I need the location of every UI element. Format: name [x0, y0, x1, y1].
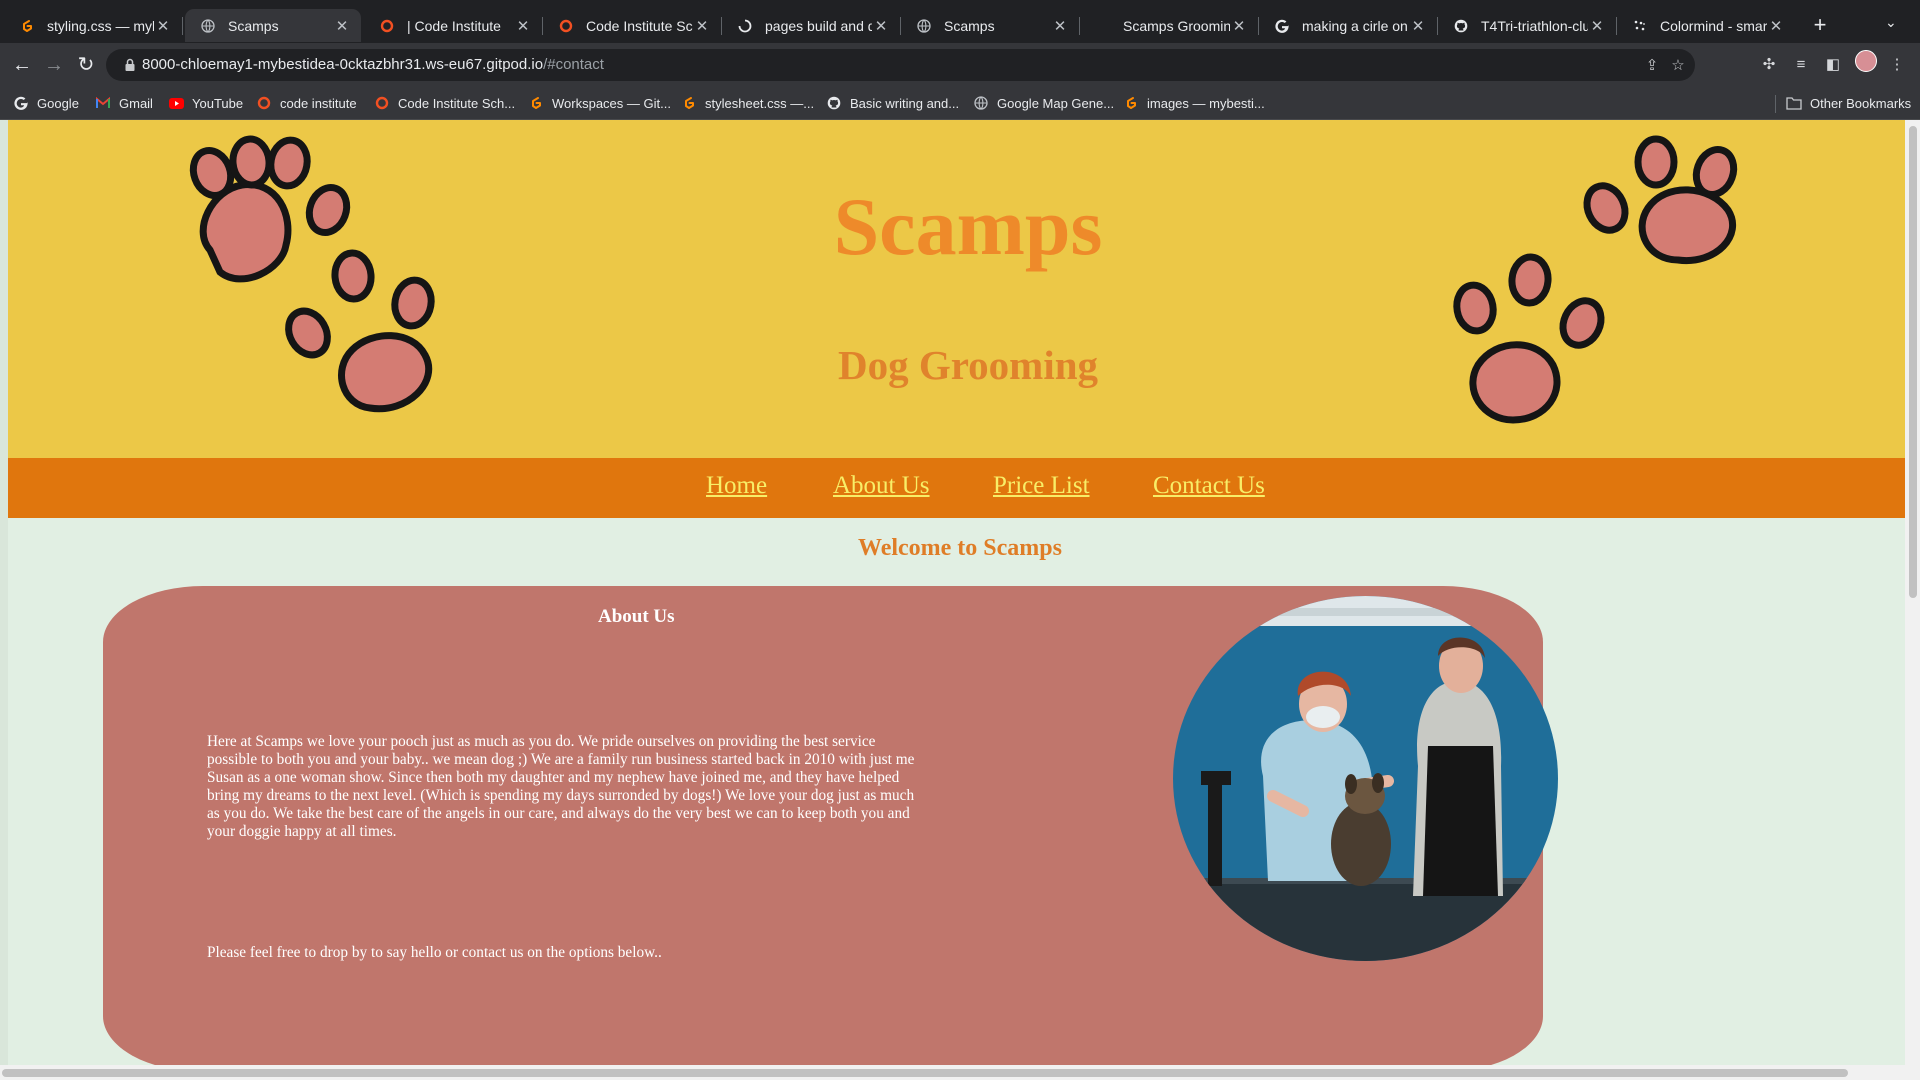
media-playlist-icon[interactable]: ≡ — [1791, 55, 1811, 75]
bookmark-gmail[interactable]: Gmail — [95, 93, 153, 113]
blank-icon — [1095, 18, 1111, 34]
globe-icon — [916, 18, 932, 34]
browser-toolbar: ← → ↻ 8000-chloemay1-mybestidea-0cktazbh… — [0, 43, 1920, 87]
kebab-menu-icon[interactable]: ⋮ — [1887, 55, 1907, 75]
close-icon[interactable]: ✕ — [333, 17, 351, 35]
close-icon[interactable]: ✕ — [154, 17, 172, 35]
code-institute-icon — [558, 18, 574, 34]
star-icon[interactable]: ☆ — [1669, 57, 1687, 75]
gitpod-icon — [528, 95, 544, 111]
youtube-icon — [168, 95, 184, 111]
gmail-icon — [95, 95, 111, 111]
tab-scamps-grooming[interactable]: Scamps Grooming P ✕ — [1080, 9, 1259, 42]
profile-avatar[interactable] — [1855, 50, 1877, 72]
nav-link-home[interactable]: Home — [706, 472, 767, 500]
bookmark-code-institute[interactable]: code institute — [256, 93, 357, 113]
bookmark-google-map-generator[interactable]: Google Map Gene... — [973, 93, 1114, 113]
about-paragraph: Here at Scamps we love your pooch just a… — [207, 733, 915, 840]
share-icon[interactable]: ⇪ — [1643, 57, 1661, 75]
contact-invite-text: Please feel free to drop by to say hello… — [207, 944, 662, 961]
nav-link-price-list[interactable]: Price List — [993, 472, 1090, 500]
close-icon[interactable]: ✕ — [1409, 17, 1427, 35]
globe-icon — [200, 18, 216, 34]
close-icon[interactable]: ✕ — [693, 17, 711, 35]
page-viewport: Scamps Dog Grooming Home About Us Price … — [0, 120, 1920, 1080]
new-tab-button[interactable]: + — [1808, 13, 1832, 37]
code-institute-icon — [379, 18, 395, 34]
nav-link-about-us[interactable]: About Us — [833, 472, 930, 500]
close-icon[interactable]: ✕ — [514, 17, 532, 35]
horizontal-scrollbar-thumb[interactable] — [2, 1069, 1848, 1077]
tab-code-institute-schedule[interactable]: Code Institute Sche ✕ — [543, 9, 722, 42]
tab-making-a-circle[interactable]: making a cirle on cs ✕ — [1259, 9, 1438, 42]
tab-search-chevron-icon[interactable]: ⌄ — [1885, 14, 1897, 31]
gitpod-icon — [19, 18, 35, 34]
close-icon[interactable]: ✕ — [1230, 17, 1248, 35]
globe-icon — [973, 95, 989, 111]
site-title: Scamps — [833, 181, 1103, 272]
scamps-site: Scamps Dog Grooming Home About Us Price … — [8, 120, 1905, 1072]
welcome-heading: Welcome to Scamps — [858, 535, 1062, 561]
tab-scamps[interactable]: Scamps ✕ — [901, 9, 1080, 42]
back-button[interactable]: ← — [10, 53, 34, 77]
bookmark-youtube[interactable]: YouTube — [168, 93, 243, 113]
close-icon[interactable]: ✕ — [1588, 17, 1606, 35]
github-icon — [1453, 18, 1469, 34]
tab-strip: styling.css — mybes ✕ Scamps ✕ | Code In… — [0, 0, 1920, 46]
side-panel-icon[interactable]: ◧ — [1823, 55, 1843, 75]
close-icon[interactable]: ✕ — [872, 17, 890, 35]
bookmark-code-institute-schedule[interactable]: Code Institute Sch... — [374, 93, 515, 113]
gitpod-icon — [1123, 95, 1139, 111]
close-icon[interactable]: ✕ — [1767, 17, 1785, 35]
address-bar[interactable]: 8000-chloemay1-mybestidea-0cktazbhr31.ws… — [106, 49, 1695, 81]
code-institute-icon — [256, 95, 272, 111]
url-text[interactable]: 8000-chloemay1-mybestidea-0cktazbhr31.ws… — [142, 56, 604, 73]
bookmark-stylesheet[interactable]: stylesheet.css —... — [681, 93, 814, 113]
code-institute-icon — [374, 95, 390, 111]
reload-button[interactable]: ↻ — [74, 53, 98, 77]
loading-icon — [737, 18, 753, 34]
folder-icon — [1786, 95, 1802, 111]
close-icon[interactable]: ✕ — [1051, 17, 1069, 35]
forward-button[interactable]: → — [42, 53, 66, 77]
site-nav: Home About Us Price List Contact Us — [8, 458, 1905, 518]
tab-pages-build[interactable]: pages build and dep ✕ — [722, 9, 901, 42]
dog-grooming-photo — [1173, 596, 1558, 961]
tab-scamps-active[interactable]: Scamps ✕ — [185, 9, 361, 42]
gitpod-icon — [681, 95, 697, 111]
bookmarks-bar: Google Gmail YouTube code institute Code… — [0, 87, 1920, 120]
tab-code-institute[interactable]: | Code Institute ✕ — [364, 9, 543, 42]
nav-link-contact-us[interactable]: Contact Us — [1153, 472, 1265, 500]
extensions-icon[interactable]: ✣ — [1759, 55, 1779, 75]
google-icon — [1274, 18, 1290, 34]
colormind-icon — [1632, 18, 1648, 34]
bookmark-images[interactable]: images — mybesti... — [1123, 93, 1265, 113]
vertical-scrollbar-thumb[interactable] — [1909, 126, 1917, 598]
bookmark-google[interactable]: Google — [13, 93, 79, 113]
lock-icon — [122, 57, 138, 73]
google-icon — [13, 95, 29, 111]
site-subtitle: Dog Grooming — [837, 342, 1099, 388]
site-header: Scamps Dog Grooming — [8, 120, 1905, 458]
tab-colormind[interactable]: Colormind - smart ✕ — [1617, 9, 1795, 42]
github-icon — [826, 95, 842, 111]
tab-styling-css[interactable]: styling.css — mybes ✕ — [4, 9, 183, 42]
about-heading: About Us — [598, 606, 675, 627]
tab-t4tri[interactable]: T4Tri-triathlon-club ✕ — [1438, 9, 1617, 42]
bookmark-basic-writing[interactable]: Basic writing and... — [826, 93, 959, 113]
bookmark-workspaces[interactable]: Workspaces — Git... — [528, 93, 671, 113]
other-bookmarks[interactable]: Other Bookmarks — [1786, 93, 1911, 113]
